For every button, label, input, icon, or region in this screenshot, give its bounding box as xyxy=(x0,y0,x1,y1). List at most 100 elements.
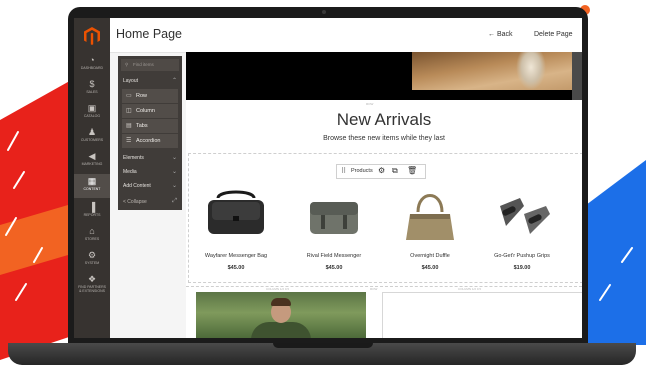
nav-content[interactable]: ▦ CONTENT xyxy=(74,174,110,198)
nav-dashboard[interactable]: ◔ DASHBOARD xyxy=(74,55,110,75)
nav-content-label: CONTENT xyxy=(83,187,101,191)
trash-icon[interactable]: 🗑 xyxy=(407,166,417,175)
panel-section-add-content-label: Add Content xyxy=(123,183,151,189)
panel-item-tabs[interactable]: ▤ Tabs xyxy=(122,119,178,134)
product-image-duffle[interactable] xyxy=(398,188,462,244)
panel-section-add-content[interactable]: Add Content ⌄ xyxy=(118,179,182,193)
panel-collapse-button[interactable]: < Collapse ⤢ xyxy=(118,195,182,209)
copy-icon[interactable]: ⧉ xyxy=(392,166,398,176)
cube-icon: ▣ xyxy=(87,103,97,113)
panel-item-accordion[interactable]: ☰ Accordion xyxy=(122,134,178,149)
magento-logo-icon[interactable] xyxy=(84,27,100,45)
panel-item-row-label: Row xyxy=(136,93,148,99)
chevron-down-icon: ⌄ xyxy=(171,155,177,161)
resize-icon: ⤢ xyxy=(172,198,177,204)
chevron-down-icon: ⌄ xyxy=(171,183,177,189)
column-icon: ◫ xyxy=(126,108,132,114)
page-header: Home Page ← Back Delete Page xyxy=(110,18,582,53)
nav-dashboard-label: DASHBOARD xyxy=(80,66,104,70)
product-image-messenger-bag[interactable] xyxy=(204,188,268,244)
product-card[interactable]: Go-Get'r Pushup Grips $19.00 xyxy=(472,180,572,280)
panel-section-elements[interactable]: Elements ⌄ xyxy=(118,151,182,165)
nav-system-label: SYSTEM xyxy=(84,261,100,265)
nav-customers[interactable]: ♟ CUSTOMERS xyxy=(74,127,110,147)
section-subheading: Browse these new items while they last xyxy=(323,135,445,142)
column-photo xyxy=(196,292,366,338)
admin-screen: ◔ DASHBOARD $ SALES ▣ CATALOG ♟ CUSTOMER… xyxy=(74,18,582,338)
nav-find-partners[interactable]: ❖ FIND PARTNERS & EXTENSIONS xyxy=(74,274,110,300)
product-image-field-messenger[interactable] xyxy=(302,188,366,244)
nav-stores-label: STORES xyxy=(84,237,100,241)
webcam xyxy=(322,10,326,14)
panel-collapse-label: < Collapse xyxy=(123,199,147,205)
back-button[interactable]: ← Back xyxy=(488,31,513,38)
megaphone-icon: ◀ xyxy=(88,151,96,161)
hero-row-edge xyxy=(572,52,582,100)
nav-sales[interactable]: $ SALES xyxy=(74,79,110,99)
product-price: $45.00 xyxy=(421,265,439,271)
panel-item-column-label: Column xyxy=(136,108,155,114)
search-placeholder: Find items xyxy=(133,62,154,67)
column-tag-right: COLUMN 1/2 0.5 xyxy=(458,287,482,291)
nav-stores[interactable]: ⌂ STORES xyxy=(74,226,110,246)
bottom-row-tag: ROW xyxy=(370,287,378,291)
page-builder-panel: ⚲ Find items Layout ⌃ ▭ Row ◫ Column ▤ T… xyxy=(118,56,182,210)
product-image-pushup-grips[interactable] xyxy=(490,188,554,244)
hero-photo xyxy=(412,52,572,90)
bar-chart-icon: ▐ xyxy=(88,202,96,212)
gauge-icon: ◔ xyxy=(89,55,95,65)
nav-reports[interactable]: ▐ REPORTS xyxy=(74,202,110,222)
section-heading: New Arrivals xyxy=(336,110,432,129)
store-icon: ⌂ xyxy=(89,226,95,236)
products-toolbar: ⠿ Products ⚙ ⧉ 🗑 xyxy=(336,164,426,179)
panel-section-layout[interactable]: Layout ⌃ xyxy=(118,74,182,88)
page-builder-stage: ROW New Arrivals Browse these new items … xyxy=(186,52,582,338)
layout-icon: ▦ xyxy=(87,176,97,186)
row-tag: ROW xyxy=(366,102,374,106)
panel-item-column[interactable]: ◫ Column xyxy=(122,104,178,119)
gear-icon[interactable]: ⚙ xyxy=(378,166,385,175)
panel-section-elements-label: Elements xyxy=(123,155,144,161)
nav-sales-label: SALES xyxy=(86,90,98,94)
nav-find-partners-label-2: & EXTENSIONS xyxy=(79,289,105,293)
product-card[interactable]: Wayfarer Messenger Bag $45.00 xyxy=(186,180,286,280)
column-tag-left: COLUMN 1/2 0.5 xyxy=(266,287,290,291)
accordion-icon: ☰ xyxy=(126,138,132,144)
person-icon: ♟ xyxy=(87,127,97,137)
panel-item-tabs-label: Tabs xyxy=(136,123,148,129)
nav-customers-label: CUSTOMERS xyxy=(80,138,104,142)
column-right-empty[interactable] xyxy=(382,292,582,338)
panel-search-input[interactable]: ⚲ Find items xyxy=(121,59,179,71)
page-title: Home Page xyxy=(116,27,183,41)
product-price: $45.00 xyxy=(227,265,245,271)
product-name[interactable]: Overnight Duffle xyxy=(380,253,480,259)
product-name[interactable]: Rival Field Messenger xyxy=(284,253,384,259)
chevron-down-icon: ⌄ xyxy=(171,169,177,175)
products-toolbar-label: Products xyxy=(351,168,373,174)
laptop-base-notch xyxy=(273,343,373,348)
chevron-up-icon: ⌃ xyxy=(171,78,177,84)
nav-marketing[interactable]: ◀ MARKETING xyxy=(74,151,110,171)
product-card[interactable]: Rival Field Messenger $45.00 xyxy=(284,180,384,280)
row-icon: ▭ xyxy=(126,93,132,99)
delete-page-button[interactable]: Delete Page xyxy=(534,31,573,38)
nav-catalog[interactable]: ▣ CATALOG xyxy=(74,103,110,123)
product-price: $45.00 xyxy=(325,265,343,271)
nav-system[interactable]: ⚙ SYSTEM xyxy=(74,250,110,270)
panel-item-accordion-label: Accordion xyxy=(136,138,161,144)
product-name[interactable]: Wayfarer Messenger Bag xyxy=(186,253,286,259)
panel-item-row[interactable]: ▭ Row xyxy=(122,89,178,104)
gear-icon: ⚙ xyxy=(87,250,97,260)
drag-handle-icon[interactable]: ⠿ xyxy=(341,167,346,175)
product-price: $19.00 xyxy=(513,265,531,271)
search-icon: ⚲ xyxy=(125,62,129,67)
panel-section-media-label: Media xyxy=(123,169,137,175)
panel-section-layout-label: Layout xyxy=(123,78,139,84)
nav-marketing-label: MARKETING xyxy=(81,162,103,166)
admin-sidebar: ◔ DASHBOARD $ SALES ▣ CATALOG ♟ CUSTOMER… xyxy=(74,18,110,338)
tabs-icon: ▤ xyxy=(126,123,132,129)
product-card[interactable]: Overnight Duffle $45.00 xyxy=(380,180,480,280)
panel-section-media[interactable]: Media ⌄ xyxy=(118,165,182,179)
nav-catalog-label: CATALOG xyxy=(83,114,101,118)
product-name[interactable]: Go-Get'r Pushup Grips xyxy=(472,253,572,259)
